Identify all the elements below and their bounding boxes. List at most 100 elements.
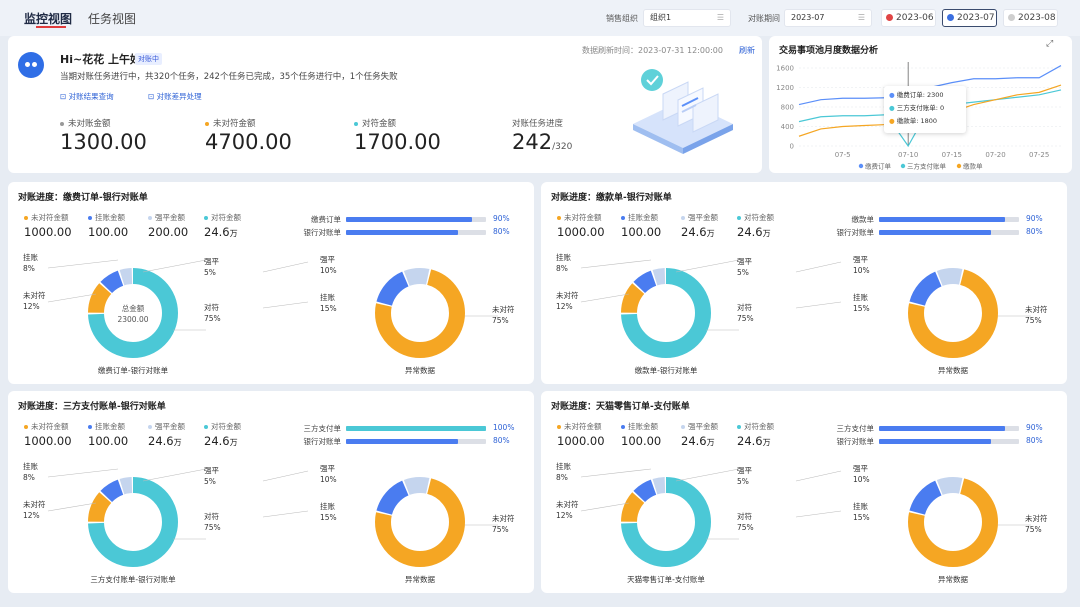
- org-select[interactable]: 组织1 ☰: [643, 9, 731, 27]
- slice-name: 挂账: [853, 293, 868, 302]
- tooltip-value: 0: [940, 104, 945, 112]
- slice-percent: 15%: [320, 304, 337, 313]
- pie-slice-label: 未对符 12%: [23, 290, 46, 312]
- metric-label-text: 对符金额: [211, 213, 241, 222]
- period-chip-2023-07[interactable]: 2023-07: [942, 9, 997, 27]
- task-progress-total: /320: [552, 142, 573, 152]
- bar-label: 银行对账单: [303, 228, 342, 237]
- refresh-link[interactable]: 刷新: [739, 45, 755, 56]
- active-tab-indicator: [36, 26, 66, 28]
- unmatched-amount-value: 4700.00: [205, 130, 292, 154]
- legend-marker: [858, 163, 864, 169]
- slice-name: 强平: [204, 257, 219, 266]
- bar-label: 缴费订单: [311, 215, 341, 224]
- reconcile-diff-label: 对账差异处理: [156, 92, 202, 101]
- tooltip-name: 缴费订单: [896, 91, 923, 99]
- period-chip-2023-06[interactable]: 2023-06: [881, 9, 936, 27]
- progress-bar-fill: [346, 230, 458, 235]
- metric-label-text: 挂账金额: [628, 422, 658, 431]
- metric-number: 100.00: [88, 434, 129, 448]
- pie-slice-label: 强平 10%: [320, 254, 337, 276]
- legend-marker: [956, 163, 962, 169]
- metric-unit: 万: [229, 438, 238, 447]
- slice-percent: 8%: [23, 473, 35, 482]
- metric-value: 24.6万: [204, 434, 238, 448]
- bar-label: 三方支付单: [303, 424, 342, 433]
- slice-percent: 10%: [853, 475, 870, 484]
- pie-slice-label: 对符 75%: [737, 302, 754, 324]
- x-tick-label: 07-5: [835, 151, 851, 159]
- org-filter-label: 销售组织: [606, 14, 638, 23]
- tooltip-row: ● 缴款单: 1800: [889, 117, 938, 125]
- metric-value: 24.6万: [204, 225, 238, 239]
- pie-slice-label: 未对符 75%: [1025, 513, 1048, 535]
- legend-dot: [737, 425, 741, 429]
- period-chip-2023-08[interactable]: 2023-08: [1003, 9, 1058, 27]
- pie-slice-label: 对符 75%: [737, 511, 754, 533]
- slice-name: 挂账: [556, 253, 571, 262]
- metric-label-text: 强平金额: [155, 213, 185, 222]
- slice-name: 对符: [737, 512, 752, 521]
- slice-percent: 12%: [556, 302, 573, 311]
- y-tick-label: 400: [781, 123, 794, 131]
- metric-value: 24.6万: [737, 434, 771, 448]
- slice-name: 未对符: [1025, 305, 1048, 314]
- x-tick-label: 07-20: [985, 151, 1005, 159]
- metric-value: 100.00: [621, 225, 661, 239]
- legend-dot: [621, 425, 625, 429]
- metric-label-text: 强平金额: [155, 422, 185, 431]
- progress-bar-fill: [346, 217, 472, 222]
- reconcile-result-link[interactable]: ⊡ 对账结果查询: [60, 91, 114, 102]
- metric-value: 24.6万: [148, 434, 182, 448]
- tab-monitor-view[interactable]: 监控视图: [24, 10, 72, 27]
- reconcile-donut-chart: [621, 268, 711, 358]
- slice-percent: 10%: [853, 266, 870, 275]
- legend-dot: [148, 216, 152, 220]
- metric-unit: 万: [706, 229, 715, 238]
- metric-number: 1000.00: [557, 225, 605, 239]
- bar-percent: 90%: [1026, 423, 1043, 432]
- metric-value: 1000.00: [24, 225, 72, 239]
- robot-avatar-icon: [18, 52, 44, 78]
- list-icon: ☰: [857, 13, 865, 22]
- matched-amount-value: 1700.00: [354, 130, 441, 154]
- bar-label: 三方支付单: [836, 424, 875, 433]
- slice-percent: 75%: [737, 523, 754, 532]
- legend-dot: [88, 425, 92, 429]
- list-icon: ☰: [716, 13, 724, 22]
- pie-slice-label: 未对符 75%: [492, 304, 515, 326]
- metric-label-text: 挂账金额: [95, 213, 125, 222]
- metric-value: 24.6万: [737, 225, 771, 239]
- metric-label-text: 对符金额: [744, 422, 774, 431]
- greeting: Hi~花花 上午好: [60, 53, 142, 66]
- slice-percent: 75%: [492, 316, 509, 325]
- reconcile-diff-link[interactable]: ⊡ 对账差异处理: [148, 91, 202, 102]
- y-tick-label: 800: [781, 104, 794, 112]
- slice-name: 未对符: [556, 500, 579, 509]
- legend-marker: [900, 163, 906, 169]
- metric-label: 未对符金额: [24, 212, 69, 223]
- pie-slice-label: 挂账 8%: [556, 252, 571, 274]
- unmatched-amount-text: 未对符金额: [213, 119, 256, 129]
- tooltip-name: 三方支付账单: [896, 104, 936, 112]
- pie-slice-label: 挂账 8%: [23, 252, 38, 274]
- period-select[interactable]: 2023-07 ☰: [784, 9, 872, 27]
- metric-value: 100.00: [621, 434, 661, 448]
- metric-number: 24.6: [681, 225, 707, 239]
- slice-percent: 10%: [320, 475, 337, 484]
- x-tick-label: 07-10: [898, 151, 918, 159]
- metric-value: 1000.00: [557, 434, 605, 448]
- reconcile-donut-chart: [88, 477, 178, 567]
- metric-number: 100.00: [621, 434, 662, 448]
- pie-slice-label: 强平 5%: [737, 256, 752, 278]
- metric-unit: 万: [229, 229, 238, 238]
- pie-slice-label: 挂账 8%: [556, 461, 571, 483]
- pie-slice-label: 未对符 12%: [556, 499, 579, 521]
- pie-slice-label: 挂账 15%: [320, 501, 337, 523]
- metric-number: 24.6: [204, 225, 230, 239]
- tab-task-view[interactable]: 任务视图: [88, 10, 136, 27]
- expand-icon[interactable]: ⤢: [1046, 39, 1053, 49]
- metric-label-text: 未对符金额: [31, 213, 69, 222]
- slice-name: 挂账: [853, 502, 868, 511]
- metric-number: 200.00: [148, 225, 189, 239]
